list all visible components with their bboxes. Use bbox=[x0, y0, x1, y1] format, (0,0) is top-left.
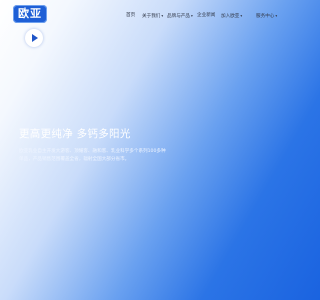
nav-item-label: 品牌与产品 bbox=[167, 14, 190, 19]
nav-item-about[interactable]: 关于我们▾ bbox=[142, 12, 163, 21]
nav-item-label: 服务中心 bbox=[256, 14, 275, 19]
hero-title: 更高更纯净 多钙多阳光 bbox=[19, 128, 131, 140]
nav-item-service[interactable]: 服务中心▾ bbox=[256, 12, 277, 21]
nav-item-brands[interactable]: 品牌与产品▾ bbox=[167, 12, 193, 21]
hero-description: 欧亚乳业自主开发大游客、顶耀客、融和客、乳业科学多个系列100多种单品，产品销售… bbox=[19, 149, 166, 162]
nav-item-label: 加入欧亚 bbox=[221, 14, 240, 19]
play-icon bbox=[32, 34, 38, 42]
nav-item-label: 企业新闻 bbox=[197, 13, 216, 18]
chevron-down-icon: ▾ bbox=[240, 14, 243, 18]
nav-item-label: 关于我们 bbox=[142, 14, 161, 19]
nav-item-label: 首页 bbox=[126, 13, 136, 18]
nav-item-home[interactable]: 首页 bbox=[126, 12, 135, 20]
chevron-down-icon: ▾ bbox=[161, 14, 164, 18]
play-video-button[interactable] bbox=[25, 29, 43, 47]
chevron-down-icon: ▾ bbox=[190, 14, 193, 18]
header: 欧亚 首页 关于我们▾ 品牌与产品▾ 企业新闻 加入欧亚▾ 服务中心▾ bbox=[0, 0, 300, 34]
main-nav: 首页 关于我们▾ 品牌与产品▾ 企业新闻 加入欧亚▾ 服务中心▾ bbox=[0, 12, 300, 24]
nav-item-join[interactable]: 加入欧亚▾ bbox=[221, 12, 242, 21]
chevron-down-icon: ▾ bbox=[275, 14, 278, 18]
nav-item-news[interactable]: 企业新闻 bbox=[197, 12, 215, 20]
